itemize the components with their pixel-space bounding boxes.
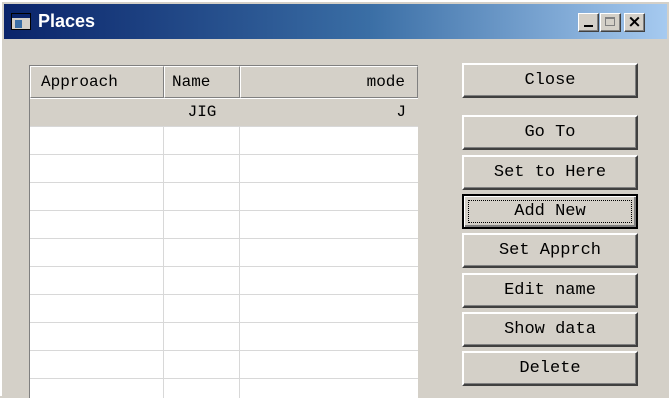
- column-header-mode[interactable]: mode: [240, 66, 418, 98]
- list-header: Approach Name mode: [30, 66, 418, 99]
- list-row-empty[interactable]: [30, 183, 418, 211]
- list-row-selected[interactable]: JIG J: [30, 99, 418, 127]
- list-row-empty[interactable]: [30, 155, 418, 183]
- list-row-empty[interactable]: [30, 295, 418, 323]
- list-row-empty[interactable]: [30, 127, 418, 155]
- list-row-empty[interactable]: [30, 379, 418, 398]
- column-header-approach[interactable]: Approach: [30, 66, 164, 98]
- title-bar[interactable]: Places ×: [4, 4, 667, 39]
- set-apprch-button[interactable]: Set Apprch: [462, 233, 638, 268]
- column-header-name[interactable]: Name: [164, 66, 240, 98]
- close-button[interactable]: Close: [462, 63, 638, 98]
- add-new-button[interactable]: Add New: [462, 194, 638, 229]
- places-list[interactable]: Approach Name mode JIG J: [29, 65, 418, 398]
- go-to-button[interactable]: Go To: [462, 115, 638, 150]
- window-title: Places: [38, 11, 96, 31]
- show-data-button[interactable]: Show data: [462, 312, 638, 347]
- list-row-empty[interactable]: [30, 239, 418, 267]
- app-icon[interactable]: [11, 13, 31, 30]
- list-row-empty[interactable]: [30, 267, 418, 295]
- edit-name-button[interactable]: Edit name: [462, 273, 638, 308]
- close-icon: ×: [627, 12, 642, 32]
- close-window-button[interactable]: ×: [624, 12, 645, 32]
- focus-ring: [468, 200, 632, 223]
- list-row-empty[interactable]: [30, 211, 418, 239]
- set-to-here-button[interactable]: Set to Here: [462, 155, 638, 190]
- list-row-empty[interactable]: [30, 323, 418, 351]
- maximize-button[interactable]: [600, 13, 621, 32]
- cell-mode: J: [396, 103, 406, 121]
- minimize-button[interactable]: [578, 13, 599, 32]
- list-row-empty[interactable]: [30, 351, 418, 379]
- cell-name: JIG: [187, 103, 217, 121]
- delete-button[interactable]: Delete: [462, 351, 638, 386]
- places-window: Places × Approach Name mode JIG J Close …: [0, 0, 669, 398]
